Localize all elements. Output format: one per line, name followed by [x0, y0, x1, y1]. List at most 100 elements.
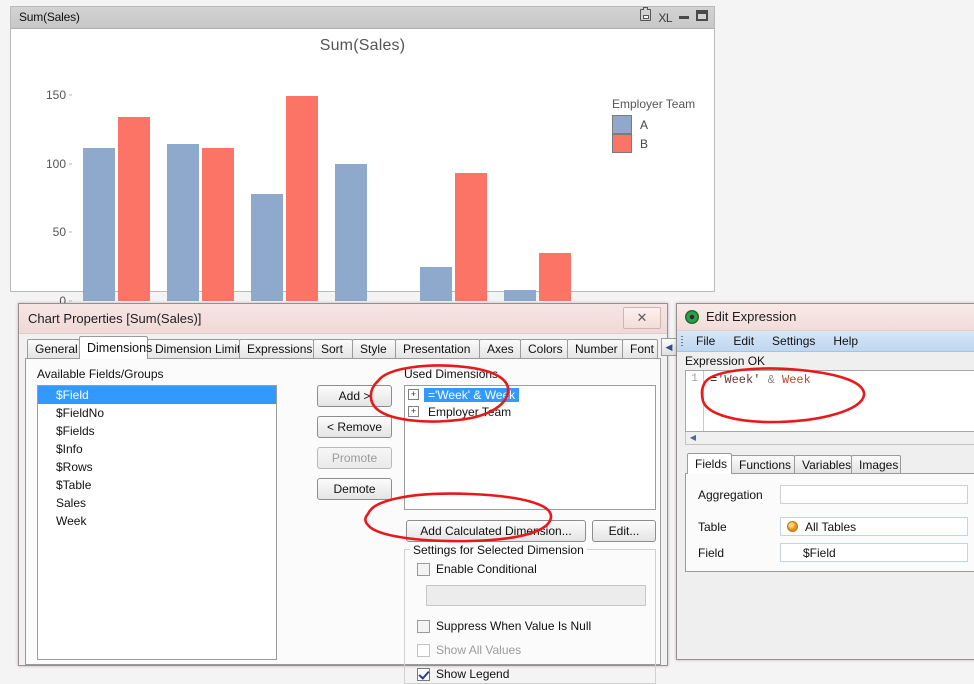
expression-tabstrip: Fields Functions Variables Images	[685, 453, 974, 474]
bar-a[interactable]	[166, 144, 199, 301]
chart-window-caption: Sum(Sales)	[19, 10, 80, 24]
restore-icon[interactable]	[696, 9, 708, 26]
suppress-null-row[interactable]: Suppress When Value Is Null	[417, 619, 591, 633]
legend-entry[interactable]: A	[612, 115, 722, 134]
menu-edit[interactable]: Edit	[724, 331, 763, 352]
tab-scroll-prev-icon[interactable]: ◀	[661, 338, 677, 356]
tab-number[interactable]: Number	[567, 339, 623, 359]
chart-properties-titlebar[interactable]: Chart Properties [Sum(Sales)] ✕	[19, 304, 667, 334]
close-icon[interactable]: ✕	[623, 307, 661, 329]
used-dimension-item[interactable]: + ='Week' & Week	[405, 386, 655, 403]
enable-conditional-checkbox[interactable]	[417, 562, 430, 576]
available-fields-list[interactable]: $Field $FieldNo $Fields $Info $Rows $Table Sal…	[37, 385, 277, 660]
minimize-icon[interactable]	[679, 10, 689, 26]
print-icon[interactable]	[640, 7, 652, 26]
show-legend-checkbox[interactable]	[417, 667, 430, 681]
tab-dimensions[interactable]: Dimensions	[79, 336, 152, 359]
expression-editor[interactable]: 1 ='Week' & Week	[685, 370, 974, 432]
tab-general[interactable]: General	[27, 339, 80, 359]
expand-icon[interactable]: +	[408, 389, 419, 400]
bar-b[interactable]	[201, 148, 234, 301]
menu-settings[interactable]: Settings	[763, 331, 824, 352]
table-select[interactable]: All Tables	[780, 517, 968, 536]
scroll-left-icon[interactable]: ◀	[688, 433, 698, 442]
edit-expression-dialog: Edit Expression File Edit Settings Help …	[676, 303, 974, 660]
edit-expression-titlebar[interactable]: Edit Expression	[677, 304, 974, 331]
chart-title: Sum(Sales)	[319, 37, 406, 54]
bar-a[interactable]	[335, 163, 368, 301]
tab-presentation[interactable]: Presentation	[395, 339, 480, 359]
available-field-item[interactable]: $FieldNo	[38, 404, 276, 422]
available-field-item[interactable]: Week	[38, 512, 276, 530]
chart-legend: Employer Team AB	[612, 97, 722, 153]
chart-canvas: 050100150 Week4Week5Week7Week6Week8Week9…	[46, 81, 664, 320]
bar-a[interactable]	[419, 266, 452, 301]
bar-b[interactable]	[454, 173, 487, 301]
edit-expression-menubar: File Edit Settings Help	[677, 331, 974, 352]
menu-help[interactable]: Help	[824, 331, 867, 352]
y-tick-label: 150	[45, 87, 66, 102]
expression-tab-images[interactable]: Images	[851, 455, 901, 474]
promote-button: Promote	[317, 447, 392, 469]
legend-label: A	[640, 117, 649, 132]
legend-label: B	[640, 136, 649, 151]
expression-tab-variables[interactable]: Variables	[794, 455, 852, 474]
enable-conditional-row[interactable]: Enable Conditional	[417, 562, 537, 576]
remove-button[interactable]: < Remove	[317, 416, 392, 438]
y-tick-mark	[69, 231, 72, 233]
used-dimension-item[interactable]: + Employer Team	[405, 403, 655, 420]
available-field-item[interactable]: $Info	[38, 440, 276, 458]
all-tables-icon	[787, 521, 798, 532]
tab-font[interactable]: Font	[622, 339, 658, 359]
add-calculated-dimension-button[interactable]: Add Calculated Dimension...	[406, 520, 586, 542]
menu-file[interactable]: File	[687, 331, 724, 352]
y-tick-mark	[69, 94, 72, 96]
available-field-item[interactable]: $Fields	[38, 422, 276, 440]
export-xl-icon[interactable]: XL	[658, 10, 672, 26]
bar-a[interactable]	[82, 148, 115, 301]
expression-tab-fields[interactable]: Fields	[687, 453, 732, 474]
demote-button[interactable]: Demote	[317, 478, 392, 500]
show-all-values-row: Show All Values	[417, 643, 521, 657]
bar-a[interactable]	[504, 290, 537, 301]
bar-b[interactable]	[286, 96, 319, 301]
show-all-values-label: Show All Values	[436, 643, 522, 657]
bar-group: Week9	[495, 81, 579, 320]
suppress-null-checkbox[interactable]	[417, 619, 430, 633]
bar-group: Week7	[243, 81, 327, 320]
table-label: Table	[698, 520, 727, 534]
bar-b[interactable]	[539, 252, 572, 301]
edit-expression-title: Edit Expression	[706, 309, 797, 324]
expression-horizontal-scrollbar[interactable]: ◀	[685, 432, 974, 445]
bar-group: Week4	[74, 81, 158, 320]
field-label: Field	[698, 546, 725, 560]
tab-dimension-limits[interactable]: Dimension Limits	[147, 339, 246, 359]
show-legend-row[interactable]: Show Legend	[417, 667, 509, 681]
add-button[interactable]: Add >	[317, 385, 392, 407]
tab-colors[interactable]: Colors	[520, 339, 568, 359]
expand-icon[interactable]: +	[408, 406, 419, 417]
available-field-item[interactable]: Sales	[38, 494, 276, 512]
expression-code[interactable]: ='Week' & Week	[710, 373, 974, 387]
tab-sort[interactable]: Sort	[313, 339, 353, 359]
used-dimensions-list[interactable]: + ='Week' & Week + Employer Team	[404, 385, 656, 510]
tab-expressions[interactable]: Expressions	[239, 339, 314, 359]
legend-entry[interactable]: B	[612, 134, 722, 153]
tab-axes[interactable]: Axes	[479, 339, 521, 359]
expression-tab-functions[interactable]: Functions	[731, 455, 795, 474]
conditional-expression-input[interactable]	[426, 585, 646, 606]
bar-b[interactable]	[117, 116, 150, 301]
aggregation-input[interactable]	[780, 485, 968, 504]
field-select[interactable]: $Field	[780, 543, 968, 562]
available-field-item[interactable]: $Rows	[38, 458, 276, 476]
available-field-item[interactable]: $Field	[38, 386, 276, 404]
chart-titlebar[interactable]: Sum(Sales) XL	[11, 7, 714, 29]
menubar-grip-icon	[677, 331, 687, 352]
tab-style[interactable]: Style	[352, 339, 396, 359]
chart-properties-title: Chart Properties [Sum(Sales)]	[28, 311, 202, 326]
bar-group: Week6	[327, 81, 411, 320]
edit-dimension-button[interactable]: Edit...	[592, 520, 656, 542]
available-field-item[interactable]: $Table	[38, 476, 276, 494]
bar-a[interactable]	[251, 193, 284, 301]
available-fields-label: Available Fields/Groups	[37, 367, 164, 381]
